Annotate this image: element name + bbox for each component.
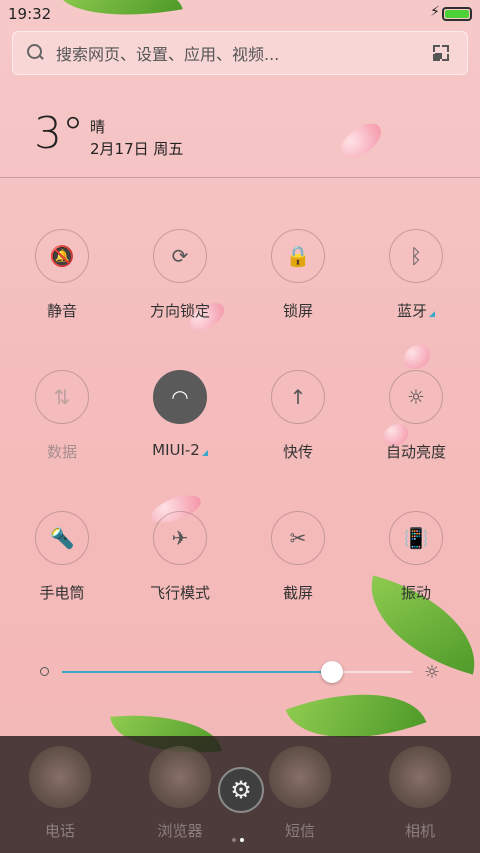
charging-icon: ⚡: [430, 4, 440, 20]
toggle-screenshot[interactable]: ✂ 截屏: [238, 511, 358, 621]
mobile-data-icon: ⇅: [35, 370, 89, 424]
toggle-flashlight[interactable]: 🔦 手电筒: [2, 511, 122, 621]
brightness-track[interactable]: [62, 671, 412, 673]
page-dot: [240, 838, 244, 842]
screenshot-icon: ✂: [271, 511, 325, 565]
phone-app-icon: [29, 746, 91, 808]
rotation-lock-icon: ⟳: [153, 229, 207, 283]
dock: 电话 浏览器 短信 相机 ⚙: [0, 736, 480, 853]
weather-widget[interactable]: 3° 晴 2月17日 周五: [0, 100, 480, 178]
dock-app-label: 浏览器: [157, 822, 203, 840]
toggle-rotation-lock[interactable]: ⟳ 方向锁定: [120, 229, 240, 339]
dock-app-label: 相机: [404, 822, 435, 840]
status-bar: 19:32 ⚡: [0, 0, 480, 28]
page-dot: [232, 838, 236, 842]
bluetooth-icon: ᛒ: [389, 229, 443, 283]
toggle-bluetooth[interactable]: ᛒ 蓝牙: [356, 229, 476, 339]
lock-icon: 🔒: [271, 229, 325, 283]
toggle-label: 数据: [46, 443, 77, 461]
brightness-thumb[interactable]: [320, 661, 343, 683]
dock-app-label: 电话: [44, 822, 75, 840]
battery-icon: [442, 7, 472, 21]
toggle-label: 蓝牙: [356, 300, 476, 321]
toggle-auto-brightness[interactable]: ☼ 自动亮度: [356, 370, 476, 480]
toggle-mobile-data[interactable]: ⇅ 数据: [2, 370, 122, 480]
wifi-icon: ◠: [153, 370, 207, 424]
browser-app-icon: [149, 746, 211, 808]
page-indicator: [232, 827, 252, 842]
weather-date: 2月17日 周五: [90, 140, 184, 158]
vibrate-icon: 📳: [389, 511, 443, 565]
search-bar[interactable]: 搜索网页、设置、应用、视频...: [12, 31, 468, 75]
toggle-vibrate[interactable]: 📳 振动: [356, 511, 476, 621]
weather-temperature: 3°: [34, 108, 84, 159]
status-time: 19:32: [8, 5, 52, 23]
camera-app-icon: [389, 746, 451, 808]
more-indicator-icon: [429, 311, 435, 317]
toggle-label: 手电筒: [39, 584, 85, 602]
toggle-label: 方向锁定: [149, 302, 210, 320]
brightness-high-icon: ☼: [423, 662, 440, 683]
flashlight-icon: 🔦: [35, 511, 89, 565]
brightness-low-icon: [40, 667, 49, 676]
toggle-label: 快传: [282, 443, 313, 461]
flower-decoration: [404, 345, 430, 369]
messages-app-icon: [269, 746, 331, 808]
weather-condition: 晴: [90, 118, 106, 136]
toggle-label: 静音: [46, 302, 77, 320]
toggle-wifi[interactable]: ◠ MIUI-2: [120, 370, 240, 480]
airplane-icon: ✈: [153, 511, 207, 565]
toggle-label: 飞行模式: [149, 584, 210, 602]
search-placeholder: 搜索网页、设置、应用、视频...: [56, 45, 280, 64]
toggle-label: MIUI-2: [120, 441, 240, 459]
toggle-label: 截屏: [282, 584, 313, 602]
brightness-slider[interactable]: ☼: [40, 660, 440, 684]
toggle-label: 锁屏: [282, 302, 313, 320]
gear-icon[interactable]: ⚙: [218, 767, 264, 813]
toggle-label: 振动: [400, 584, 431, 602]
transfer-icon: ↑: [271, 370, 325, 424]
dock-app-label: 短信: [284, 822, 315, 840]
dock-app-phone[interactable]: 电话: [0, 746, 120, 841]
silent-icon: 🔕: [35, 229, 89, 283]
scan-icon[interactable]: [431, 43, 451, 63]
toggle-silent[interactable]: 🔕 静音: [2, 229, 122, 339]
search-icon: [26, 43, 46, 63]
more-indicator-icon: [201, 450, 208, 456]
dock-app-camera[interactable]: 相机: [360, 746, 480, 841]
toggle-lock[interactable]: 🔒 锁屏: [238, 229, 358, 339]
auto-brightness-icon: ☼: [389, 370, 443, 424]
toggle-transfer[interactable]: ↑ 快传: [238, 370, 358, 480]
toggle-airplane[interactable]: ✈ 飞行模式: [120, 511, 240, 621]
toggle-label: 自动亮度: [385, 443, 446, 461]
